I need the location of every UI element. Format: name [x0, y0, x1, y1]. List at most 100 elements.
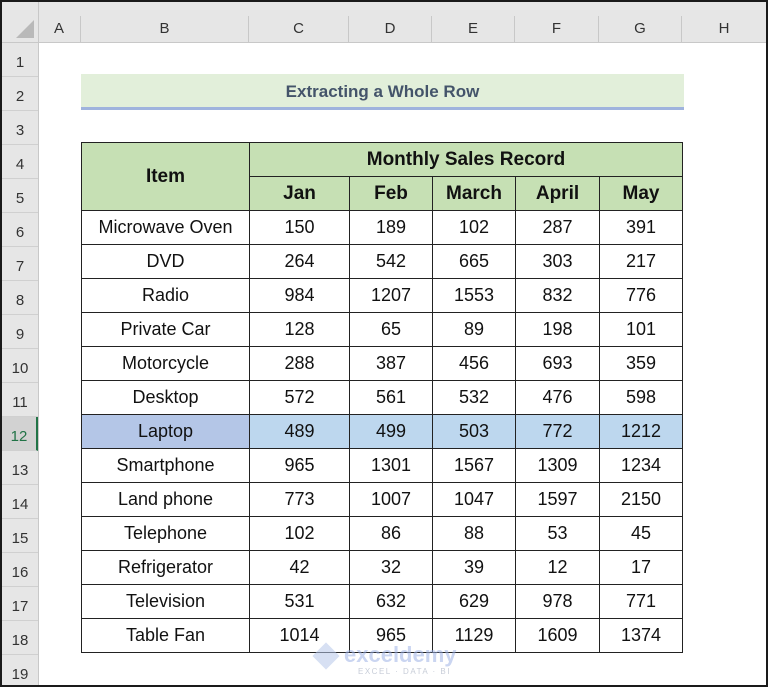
value-cell[interactable]: 89 — [432, 312, 516, 347]
value-cell[interactable]: 598 — [599, 380, 683, 415]
value-cell[interactable]: 503 — [432, 414, 516, 449]
column-header-b[interactable]: B — [81, 16, 249, 42]
item-cell[interactable]: Smartphone — [81, 448, 250, 483]
value-cell[interactable]: 42 — [249, 550, 350, 585]
value-cell[interactable]: 1553 — [432, 278, 516, 313]
value-cell[interactable]: 53 — [515, 516, 600, 551]
column-header-h[interactable]: H — [682, 16, 766, 42]
value-cell[interactable]: 359 — [599, 346, 683, 381]
value-cell[interactable]: 665 — [432, 244, 516, 279]
value-cell[interactable]: 476 — [515, 380, 600, 415]
value-cell[interactable]: 632 — [349, 584, 433, 619]
item-cell[interactable]: Desktop — [81, 380, 250, 415]
value-cell[interactable]: 387 — [349, 346, 433, 381]
value-cell[interactable]: 65 — [349, 312, 433, 347]
item-header[interactable]: Item — [81, 142, 250, 211]
item-cell[interactable]: DVD — [81, 244, 250, 279]
value-cell[interactable]: 217 — [599, 244, 683, 279]
value-cell[interactable]: 101 — [599, 312, 683, 347]
item-cell[interactable]: Laptop — [81, 414, 250, 449]
month-header-may[interactable]: May — [599, 176, 683, 211]
value-cell[interactable]: 1309 — [515, 448, 600, 483]
value-cell[interactable]: 693 — [515, 346, 600, 381]
value-cell[interactable]: 1207 — [349, 278, 433, 313]
value-cell[interactable]: 1301 — [349, 448, 433, 483]
row-header-6[interactable]: 6 — [2, 213, 38, 247]
value-cell[interactable]: 264 — [249, 244, 350, 279]
value-cell[interactable]: 288 — [249, 346, 350, 381]
month-header-april[interactable]: April — [515, 176, 600, 211]
value-cell[interactable]: 772 — [515, 414, 600, 449]
value-cell[interactable]: 17 — [599, 550, 683, 585]
row-header-4[interactable]: 4 — [2, 145, 38, 179]
value-cell[interactable]: 832 — [515, 278, 600, 313]
value-cell[interactable]: 287 — [515, 210, 600, 245]
value-cell[interactable]: 531 — [249, 584, 350, 619]
value-cell[interactable]: 629 — [432, 584, 516, 619]
column-header-a[interactable]: A — [38, 16, 81, 42]
value-cell[interactable]: 391 — [599, 210, 683, 245]
item-cell[interactable]: Motorcycle — [81, 346, 250, 381]
month-header-march[interactable]: March — [432, 176, 516, 211]
value-cell[interactable]: 776 — [599, 278, 683, 313]
item-cell[interactable]: Land phone — [81, 482, 250, 517]
row-header-3[interactable]: 3 — [2, 111, 38, 145]
row-header-11[interactable]: 11 — [2, 383, 38, 417]
value-cell[interactable]: 86 — [349, 516, 433, 551]
column-header-d[interactable]: D — [349, 16, 432, 42]
value-cell[interactable]: 12 — [515, 550, 600, 585]
value-cell[interactable]: 532 — [432, 380, 516, 415]
item-cell[interactable]: Private Car — [81, 312, 250, 347]
item-cell[interactable]: Television — [81, 584, 250, 619]
row-header-5[interactable]: 5 — [2, 179, 38, 213]
item-cell[interactable]: Telephone — [81, 516, 250, 551]
value-cell[interactable]: 572 — [249, 380, 350, 415]
item-cell[interactable]: Radio — [81, 278, 250, 313]
value-cell[interactable]: 984 — [249, 278, 350, 313]
row-header-13[interactable]: 13 — [2, 451, 38, 485]
column-header-g[interactable]: G — [599, 16, 682, 42]
value-cell[interactable]: 45 — [599, 516, 683, 551]
value-cell[interactable]: 189 — [349, 210, 433, 245]
value-cell[interactable]: 978 — [515, 584, 600, 619]
value-cell[interactable]: 542 — [349, 244, 433, 279]
value-cell[interactable]: 150 — [249, 210, 350, 245]
row-header-10[interactable]: 10 — [2, 349, 38, 383]
value-cell[interactable]: 2150 — [599, 482, 683, 517]
value-cell[interactable]: 102 — [249, 516, 350, 551]
row-header-1[interactable]: 1 — [2, 43, 38, 77]
column-header-f[interactable]: F — [515, 16, 599, 42]
item-cell[interactable]: Microwave Oven — [81, 210, 250, 245]
value-cell[interactable]: 39 — [432, 550, 516, 585]
month-header-feb[interactable]: Feb — [349, 176, 433, 211]
value-cell[interactable]: 773 — [249, 482, 350, 517]
value-cell[interactable]: 1212 — [599, 414, 683, 449]
select-all-button[interactable] — [2, 2, 39, 42]
column-header-c[interactable]: C — [249, 16, 349, 42]
value-cell[interactable]: 1567 — [432, 448, 516, 483]
value-cell[interactable]: 102 — [432, 210, 516, 245]
row-header-14[interactable]: 14 — [2, 485, 38, 519]
column-header-e[interactable]: E — [432, 16, 515, 42]
item-cell[interactable]: Refrigerator — [81, 550, 250, 585]
value-cell[interactable]: 32 — [349, 550, 433, 585]
row-header-9[interactable]: 9 — [2, 315, 38, 349]
value-cell[interactable]: 1374 — [599, 618, 683, 653]
value-cell[interactable]: 456 — [432, 346, 516, 381]
value-cell[interactable]: 489 — [249, 414, 350, 449]
row-header-8[interactable]: 8 — [2, 281, 38, 315]
month-header-jan[interactable]: Jan — [249, 176, 350, 211]
row-header-12[interactable]: 12 — [2, 417, 38, 451]
value-cell[interactable]: 1609 — [515, 618, 600, 653]
value-cell[interactable]: 771 — [599, 584, 683, 619]
item-cell[interactable]: Table Fan — [81, 618, 250, 653]
row-header-17[interactable]: 17 — [2, 587, 38, 621]
value-cell[interactable]: 965 — [249, 448, 350, 483]
value-cell[interactable]: 128 — [249, 312, 350, 347]
value-cell[interactable]: 561 — [349, 380, 433, 415]
row-header-7[interactable]: 7 — [2, 247, 38, 281]
value-cell[interactable]: 303 — [515, 244, 600, 279]
row-header-15[interactable]: 15 — [2, 519, 38, 553]
row-header-2[interactable]: 2 — [2, 77, 38, 111]
value-cell[interactable]: 1234 — [599, 448, 683, 483]
